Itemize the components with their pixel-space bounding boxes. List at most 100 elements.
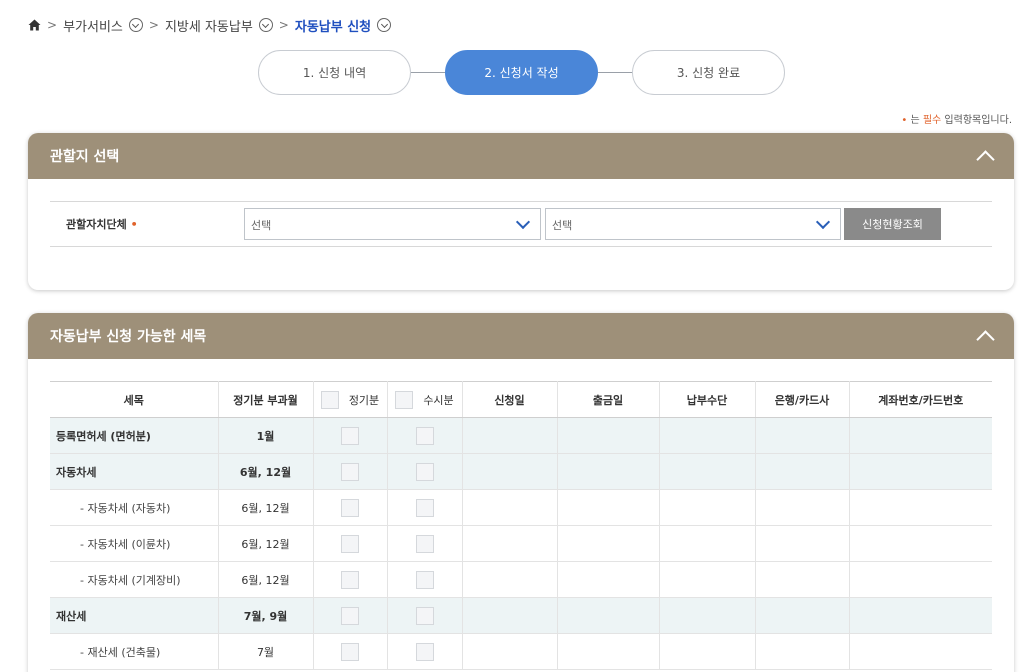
regular-checkbox[interactable]: [341, 642, 359, 661]
breadcrumb-item-current[interactable]: 자동납부 신청: [295, 16, 392, 35]
levy-month-cell: 1월: [218, 417, 314, 454]
chevron-down-circle-icon[interactable]: [128, 18, 143, 32]
breadcrumb: > 부가서비스 > 지방세 자동납부 > 자동납부 신청: [28, 15, 392, 35]
table-row: - 자동차세 (이륜차) 6월, 12월: [50, 525, 992, 562]
step-indicator: 1. 신청 내역 2. 신청서 작성 3. 신청 완료: [258, 50, 786, 95]
region-panel: 관할지 선택 관할자치단체 • 선택 선택 신청현황조회: [28, 133, 1014, 290]
sido-select-value: 선택: [251, 219, 272, 232]
table-row: 재산세 7월, 9월: [50, 597, 992, 634]
occasional-checkbox[interactable]: [415, 606, 434, 625]
column-header: 세목: [50, 381, 219, 418]
column-header: 출금일: [557, 381, 660, 418]
column-header-label: 정기분: [348, 393, 380, 407]
levy-month-cell: 7월, 9월: [218, 597, 314, 634]
chevron-right-icon: >: [278, 18, 289, 32]
table-row: - 자동차세 (자동차) 6월, 12월: [50, 489, 992, 526]
occasional-checkbox[interactable]: [415, 534, 434, 553]
step-2-active: 2. 신청서 작성: [445, 50, 598, 95]
chevron-up-icon[interactable]: [978, 329, 992, 343]
checkbox-cell: [313, 453, 388, 490]
tax-name-cell: - 자동차세 (자동차): [50, 489, 219, 526]
panel-title: 관할지 선택: [50, 149, 120, 165]
chevron-down-icon: [815, 214, 831, 230]
regular-checkbox[interactable]: [341, 498, 359, 517]
sigungu-select[interactable]: 선택: [545, 208, 841, 240]
levy-month-cell: 6월, 12월: [218, 489, 314, 526]
sigungu-select-value: 선택: [552, 219, 573, 232]
checkbox-cell: [387, 525, 463, 562]
account-number-cell: [849, 633, 992, 670]
occasional-checkbox[interactable]: [415, 498, 434, 517]
chevron-down-circle-icon[interactable]: [258, 18, 273, 32]
breadcrumb-item[interactable]: 부가서비스: [63, 16, 143, 35]
tax-name-cell: 자동차세: [50, 453, 219, 490]
table-row: - 자동차세 (기계장비) 6월, 12월: [50, 561, 992, 598]
withdraw-date-cell: [557, 633, 660, 670]
account-number-cell: [849, 417, 992, 454]
payment-method-cell: [659, 525, 756, 562]
panel-title: 자동납부 신청 가능한 세목: [50, 329, 207, 345]
apply-date-cell: [462, 597, 558, 634]
regular-checkbox[interactable]: [341, 534, 359, 553]
home-icon[interactable]: [28, 19, 41, 31]
checkbox-cell: [313, 561, 388, 598]
application-status-button[interactable]: 신청현황조회: [844, 208, 941, 240]
panel-header: 관할지 선택: [28, 133, 1014, 179]
levy-month-cell: 6월, 12월: [218, 453, 314, 490]
bank-card-cell: [755, 561, 850, 598]
apply-date-cell: [462, 453, 558, 490]
account-number-cell: [849, 489, 992, 526]
apply-date-cell: [462, 489, 558, 526]
levy-month-cell: 7월: [218, 633, 314, 670]
payment-method-cell: [659, 489, 756, 526]
table-header-row: 세목 정기분 부과월 정기분 수시분 신청일 출금일 납부수단 은행/카드사 계…: [50, 381, 992, 418]
select-all-occasional-checkbox[interactable]: [395, 390, 414, 409]
occasional-checkbox[interactable]: [415, 642, 434, 661]
regular-checkbox[interactable]: [341, 462, 359, 481]
withdraw-date-cell: [557, 453, 660, 490]
table-row: 자동차세 6월, 12월: [50, 453, 992, 490]
checkbox-cell: [387, 417, 463, 454]
occasional-checkbox[interactable]: [415, 462, 434, 481]
occasional-checkbox[interactable]: [415, 570, 434, 589]
chevron-right-icon: >: [148, 18, 159, 32]
chevron-right-icon: >: [47, 18, 58, 32]
tax-name-cell: 재산세: [50, 597, 219, 634]
column-header: 납부수단: [659, 381, 756, 418]
apply-date-cell: [462, 561, 558, 598]
regular-checkbox[interactable]: [341, 606, 359, 625]
tax-name-cell: 등록면허세 (면허분): [50, 417, 219, 454]
account-number-cell: [849, 561, 992, 598]
checkbox-cell: [387, 489, 463, 526]
withdraw-date-cell: [557, 489, 660, 526]
checkbox-cell: [387, 453, 463, 490]
regular-checkbox[interactable]: [341, 570, 359, 589]
withdraw-date-cell: [557, 597, 660, 634]
table-row: - 재산세 (건축물) 7월: [50, 633, 992, 670]
column-header-regular: 정기분: [313, 381, 388, 418]
occasional-checkbox[interactable]: [415, 426, 434, 445]
region-label-text: 관할자치단체: [66, 218, 127, 231]
column-header-label: 수시분: [423, 393, 454, 407]
tax-items-table: 세목 정기분 부과월 정기분 수시분 신청일 출금일 납부수단 은행/카드사 계…: [50, 381, 992, 670]
checkbox-cell: [313, 597, 388, 634]
required-mark: •: [130, 218, 138, 231]
apply-date-cell: [462, 417, 558, 454]
bank-card-cell: [755, 597, 850, 634]
required-note: • 는 필수 입력항목입니다.: [901, 111, 1012, 126]
chevron-down-circle-icon[interactable]: [377, 18, 392, 32]
account-number-cell: [849, 525, 992, 562]
withdraw-date-cell: [557, 525, 660, 562]
bank-card-cell: [755, 525, 850, 562]
breadcrumb-item[interactable]: 지방세 자동납부: [165, 16, 273, 35]
tax-name-cell: - 자동차세 (기계장비): [50, 561, 219, 598]
tax-items-panel: 자동납부 신청 가능한 세목 세목 정기분 부과월 정기분 수시분 신청일 출금…: [28, 313, 1014, 672]
bank-card-cell: [755, 633, 850, 670]
regular-checkbox[interactable]: [341, 426, 359, 445]
select-all-regular-checkbox[interactable]: [320, 390, 339, 409]
column-header: 신청일: [462, 381, 558, 418]
sido-select[interactable]: 선택: [244, 208, 541, 240]
payment-method-cell: [659, 453, 756, 490]
breadcrumb-label: 지방세 자동납부: [164, 19, 253, 35]
chevron-up-icon[interactable]: [978, 149, 992, 163]
